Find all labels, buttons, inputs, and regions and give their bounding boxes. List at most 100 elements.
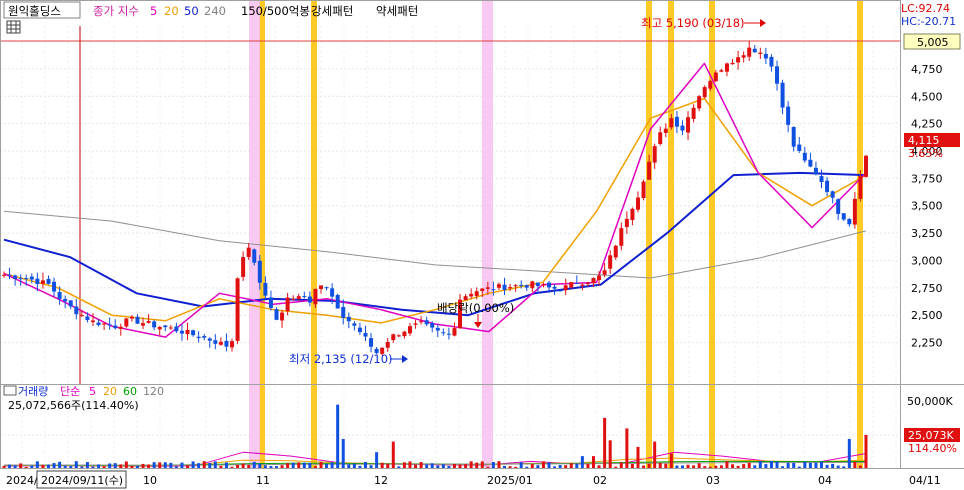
date-tick-dec: 12 (374, 474, 388, 487)
candle-body (652, 146, 657, 163)
volume-bar (714, 465, 718, 468)
volume-bar (336, 404, 340, 468)
candle-body (241, 257, 246, 277)
candle-body (558, 290, 563, 292)
volume-bar (458, 464, 462, 468)
volume-bar (386, 463, 390, 468)
volume-bar (63, 465, 67, 468)
volume-bar (642, 465, 646, 468)
volume-bar (58, 461, 62, 468)
volume-bar (525, 466, 529, 468)
volume-bar (263, 465, 267, 468)
candle-body (280, 312, 285, 321)
candle-body (469, 293, 474, 297)
volume-bar (497, 461, 501, 468)
candle-body (391, 334, 396, 341)
candle-body (335, 294, 340, 309)
volume-bar (258, 463, 262, 468)
candle-body (686, 117, 691, 133)
volume-bar (742, 464, 746, 468)
volume-bar (330, 462, 334, 468)
candle-body (296, 296, 301, 299)
volume-bar (97, 464, 101, 468)
volume-bar (130, 465, 134, 468)
candle-body (591, 277, 596, 284)
volume-bar (647, 463, 651, 468)
volume-bar (208, 462, 212, 468)
volume-bar (224, 462, 228, 468)
volume-bar (797, 466, 801, 468)
volume-bar (41, 464, 45, 468)
strong-signal-band (646, 0, 652, 468)
volume-bar (708, 466, 712, 468)
volume-bar (269, 466, 273, 468)
candle-body (324, 287, 329, 289)
volume-bar (792, 462, 796, 468)
candle-body (858, 175, 863, 199)
candle-body (530, 281, 535, 289)
ma-label: 종가 지수 (93, 4, 139, 18)
volume-bar (91, 466, 95, 468)
candle-body (474, 291, 479, 296)
candle-body (452, 328, 457, 336)
candle-body (524, 285, 529, 288)
volume-bar (814, 462, 818, 468)
volume-bar (436, 465, 440, 468)
volume-bar (391, 441, 395, 468)
candle-body (141, 323, 146, 326)
candle-body (263, 282, 268, 296)
volume-bar (369, 465, 373, 468)
volume-bar (675, 465, 679, 468)
volume-bar (186, 465, 190, 468)
volume-bar (241, 463, 245, 468)
grid-icon[interactable] (6, 20, 21, 34)
volume-bar (141, 463, 145, 468)
candle-body (430, 323, 435, 328)
price-tick-label: 4,750 (911, 63, 943, 76)
candle-body (836, 199, 841, 214)
volume-bar (69, 466, 73, 468)
candle-body (641, 181, 646, 199)
reference-price-label: 5,005 (917, 36, 949, 49)
candle-body (663, 128, 668, 133)
date-tick-mar: 03 (706, 474, 720, 487)
volume-bar (363, 461, 367, 468)
volume-bar (236, 464, 240, 468)
high-annotation: 최고 5,190 (03/18) (641, 16, 745, 30)
date-tick-nov: 11 (256, 474, 270, 487)
volume-bar (664, 463, 668, 468)
candle-body (146, 321, 151, 323)
volume-bar (52, 463, 56, 468)
volume-bar (847, 438, 851, 468)
volume-bar (2, 465, 6, 468)
candle-body (847, 219, 852, 225)
candle-body (463, 296, 468, 301)
date-tick-jan: 2025/01 (487, 474, 533, 487)
volume-bar (775, 461, 779, 468)
candle-body (168, 327, 173, 329)
ma240-period: 240 (204, 4, 226, 18)
volume-bar (85, 462, 89, 468)
volume-bar (508, 466, 512, 468)
volume-bar (135, 465, 139, 468)
volume-bar (80, 466, 84, 468)
candle-body (608, 255, 613, 269)
strong-signal-band (311, 0, 317, 468)
candle-body (552, 286, 557, 289)
volume-bar (30, 465, 34, 468)
candle-body (763, 53, 768, 59)
candle-body (480, 288, 485, 292)
volume-bar (275, 466, 279, 468)
volume-bar (831, 463, 835, 468)
candle-body (302, 296, 307, 298)
candle-body (574, 283, 579, 285)
volume-bar (352, 463, 356, 468)
candle-body (235, 278, 240, 341)
weak-signal-band (249, 0, 260, 468)
candle-body (585, 283, 590, 285)
volume-bar (580, 456, 584, 468)
candle-body (424, 320, 429, 325)
candle-body (852, 198, 857, 225)
price-tick-label: 2,500 (911, 309, 943, 322)
volume-bar (197, 463, 201, 468)
